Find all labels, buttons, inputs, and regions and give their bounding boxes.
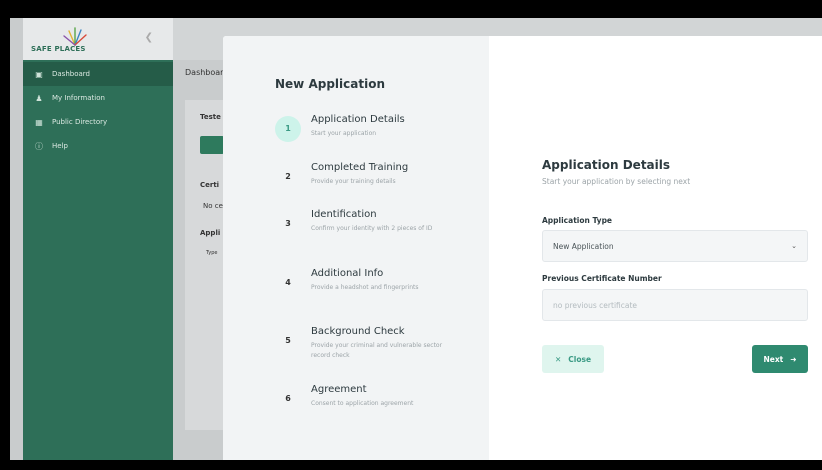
sidebar-item-public-directory[interactable]: ▦ Public Directory <box>23 110 173 134</box>
previous-certificate-label: Previous Certificate Number <box>542 274 662 283</box>
background-text: Teste <box>200 113 221 121</box>
chevron-down-icon: ⌄ <box>791 242 797 250</box>
modal-title: New Application <box>275 77 385 91</box>
step-number: 1 <box>275 116 301 142</box>
sidebar-item-label: Dashboard <box>52 70 90 78</box>
background-text: No ce <box>203 202 223 210</box>
step-title: Completed Training <box>311 162 409 173</box>
application-type-value: New Application <box>553 241 614 251</box>
close-button[interactable]: ✕ Close <box>542 345 604 373</box>
form-subtitle: Start your application by selecting next <box>542 177 691 186</box>
sidebar: SAFE PLACES ❮ ▣ Dashboard ♟ My Informati… <box>23 18 173 460</box>
sidebar-item-help[interactable]: ⓘ Help <box>23 134 173 158</box>
step-number: 5 <box>275 328 301 354</box>
step-title: Additional Info <box>311 268 384 279</box>
collapse-sidebar-icon[interactable]: ❮ <box>145 32 153 43</box>
help-circle-icon: ⓘ <box>35 141 43 151</box>
step-description: Start your application <box>311 130 377 137</box>
monitor-icon: ▣ <box>35 69 43 79</box>
logo-area: SAFE PLACES ❮ <box>23 18 173 60</box>
book-icon: ▦ <box>35 117 43 127</box>
step-title: Identification <box>311 209 377 220</box>
sidebar-item-label: Help <box>52 142 68 150</box>
step-title: Application Details <box>311 114 405 125</box>
application-type-label: Application Type <box>542 216 613 225</box>
arrow-right-icon: ➜ <box>790 354 797 364</box>
form-title: Application Details <box>542 158 671 172</box>
sidebar-nav: ▣ Dashboard ♟ My Information ▦ Public Di… <box>23 62 173 158</box>
previous-certificate-placeholder: no previous certificate <box>553 300 638 310</box>
step-title: Background Check <box>311 326 405 337</box>
sidebar-item-label: My Information <box>52 94 105 102</box>
sidebar-item-my-information[interactable]: ♟ My Information <box>23 86 173 110</box>
brand-logo: SAFE PLACES <box>31 25 111 55</box>
previous-certificate-input[interactable]: no previous certificate <box>542 289 808 321</box>
person-icon: ♟ <box>35 93 43 103</box>
step-title: Agreement <box>311 384 367 395</box>
new-application-modal: New Application 1 Application Details St… <box>223 36 822 460</box>
application-details-form: Application Details Start your applicati… <box>489 36 822 460</box>
sidebar-item-dashboard[interactable]: ▣ Dashboard <box>23 62 173 86</box>
app-window: Dashboar Teste Certi No ce Appli Type SA… <box>10 18 822 460</box>
step-description: Provide your criminal and vulnerable sec… <box>311 342 443 359</box>
background-text: Certi <box>200 181 220 189</box>
background-button <box>200 136 224 154</box>
sidebar-item-label: Public Directory <box>52 118 108 126</box>
logo-text: SAFE PLACES <box>31 45 86 53</box>
step-description: Provide a headshot and fingerprints <box>311 284 419 291</box>
close-button-label: Close <box>568 354 592 364</box>
step-description: Consent to application agreement <box>311 400 414 407</box>
close-icon: ✕ <box>554 354 562 364</box>
background-text: Appli <box>200 229 221 237</box>
step-number: 3 <box>275 211 301 237</box>
steps-panel: New Application 1 Application Details St… <box>223 36 489 460</box>
application-type-select[interactable]: New Application ⌄ <box>542 230 808 262</box>
step-number: 2 <box>275 164 301 190</box>
step-number: 6 <box>275 386 301 412</box>
step-description: Provide your training details <box>311 178 396 185</box>
next-button-label: Next <box>763 354 784 364</box>
background-text: Type <box>206 250 218 256</box>
step-number: 4 <box>275 270 301 296</box>
step-description: Confirm your identity with 2 pieces of I… <box>311 225 433 232</box>
next-button[interactable]: Next ➜ <box>752 345 808 373</box>
